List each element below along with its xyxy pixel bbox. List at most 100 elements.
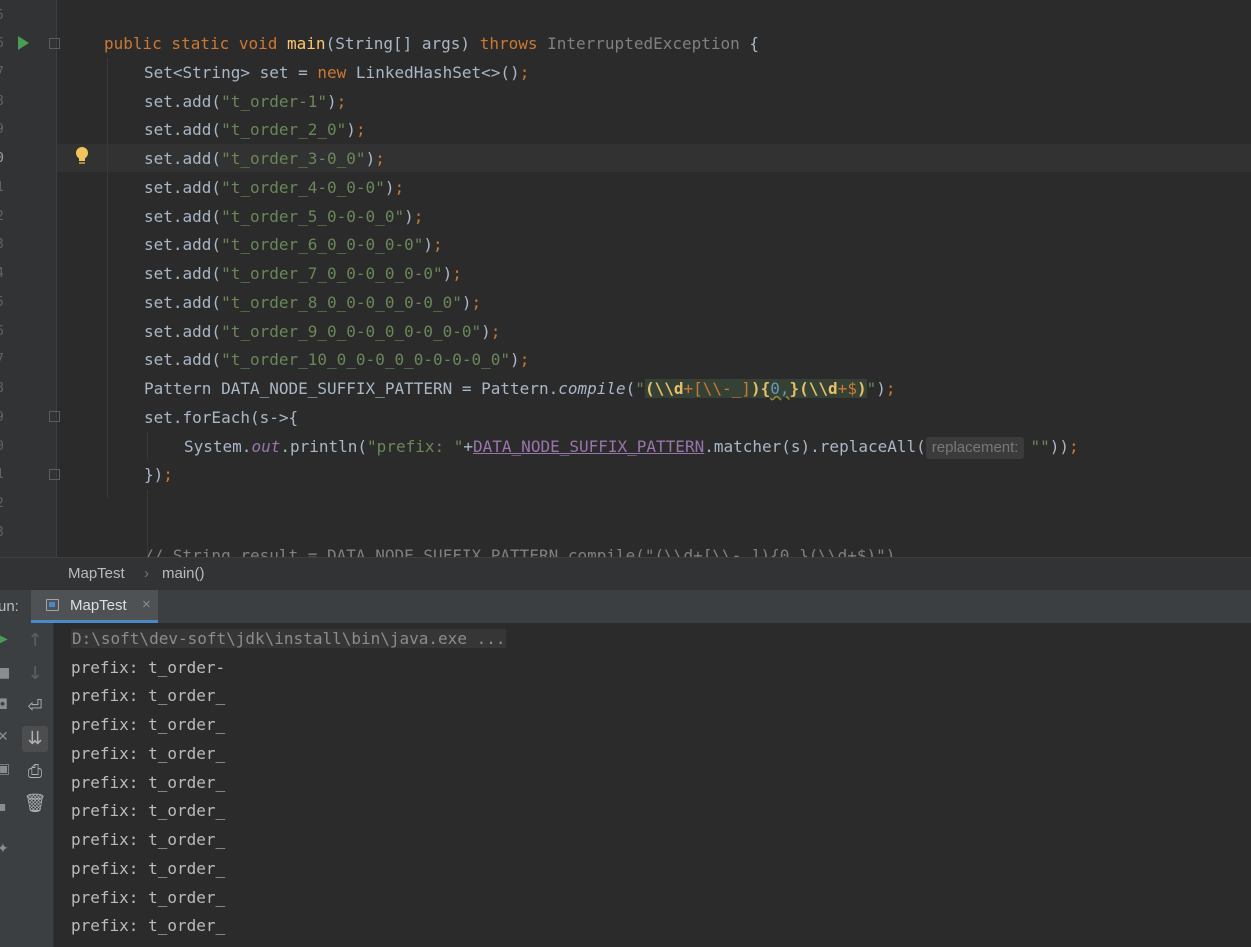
method-name: main xyxy=(287,34,326,53)
regex-token: 0, xyxy=(770,379,790,398)
fold-expand-icon[interactable] xyxy=(49,469,60,480)
code-line-current[interactable]: set.add("t_order_3-0_0"); xyxy=(144,145,385,173)
code-text: ) xyxy=(461,293,472,312)
code-text: set.add( xyxy=(144,120,222,139)
code-line[interactable]: set.add("t_order_6_0_0-0_0-0"); xyxy=(144,231,443,259)
regex-token: { xyxy=(760,379,771,398)
code-text: (String[] args) xyxy=(325,34,480,53)
lightbulb-icon[interactable] xyxy=(75,146,89,166)
string-literal: "t_order-1" xyxy=(221,92,328,111)
console-line: prefix: t_order_ xyxy=(71,686,226,705)
run-actions-strip: ▶ ■ ◘ ✕ ▣ ▪ ✦ xyxy=(0,623,13,947)
line-number-active: 0 xyxy=(0,145,12,173)
line-number: 2 xyxy=(0,490,12,518)
scroll-to-end-icon[interactable]: ⇊ xyxy=(22,726,48,752)
arrow-down-icon[interactable]: ↓ xyxy=(22,661,48,687)
code-text: set.add( xyxy=(144,322,222,341)
code-line[interactable]: set.add("t_order_8_0_0-0_0_0-0_0"); xyxy=(144,289,481,317)
fold-collapse-icon[interactable] xyxy=(49,38,60,49)
code-text: ) xyxy=(876,379,886,398)
line-number: 6 xyxy=(0,318,12,346)
regex-token: $ xyxy=(847,379,857,398)
clear-all-icon[interactable]: 🗑 xyxy=(22,791,48,817)
code-text: ) xyxy=(442,264,453,283)
soft-wrap-icon[interactable]: ⏎ xyxy=(22,694,48,720)
code-line-println[interactable]: System.out.println("prefix: "+DATA_NODE_… xyxy=(184,433,1079,461)
print-icon[interactable]: ⎙ xyxy=(22,759,48,785)
console-output[interactable]: D:\soft\dev-soft\jdk\install\bin\java.ex… xyxy=(0,623,1251,947)
console-line: prefix: t_order- xyxy=(71,658,226,677)
console-line: prefix: t_order_ xyxy=(71,744,226,763)
pin-icon[interactable]: ✕ xyxy=(0,729,9,745)
code-text: ) xyxy=(327,92,337,111)
code-text: .matcher(s).replaceAll( xyxy=(704,437,926,456)
regex-token: + xyxy=(837,379,848,398)
console-command-line[interactable]: D:\soft\dev-soft\jdk\install\bin\java.ex… xyxy=(71,624,507,653)
semicolon: ; xyxy=(336,92,347,111)
code-line[interactable]: set.add("t_order_5_0-0-0_0"); xyxy=(144,203,423,231)
code-text: set.add( xyxy=(144,149,222,168)
code-line[interactable]: set.add("t_order_9_0_0-0_0_0-0_0-0"); xyxy=(144,318,500,346)
rerun-icon[interactable]: ▶ xyxy=(0,631,9,647)
semicolon: ; xyxy=(885,379,896,398)
code-text: }) xyxy=(144,465,164,484)
code-line[interactable]: set.forEach(s->{ xyxy=(144,404,298,432)
code-text: set.add( xyxy=(144,207,222,226)
line-number: 6 xyxy=(0,30,12,58)
close-icon[interactable]: × xyxy=(142,596,151,613)
code-text: set.add( xyxy=(144,92,222,111)
code-text: System. xyxy=(184,437,252,456)
code-line[interactable]: set.add("t_order_2_0"); xyxy=(144,116,366,144)
line-number: 4 xyxy=(0,260,12,288)
string-literal: "prefix: " xyxy=(367,437,464,456)
code-line[interactable]: set.add("t_order_4-0_0-0"); xyxy=(144,174,404,202)
line-number: 5 xyxy=(0,289,12,317)
run-tool-window-header: un: MapTest × xyxy=(0,589,1251,624)
command-text[interactable]: D:\soft\dev-soft\jdk\install\bin\java.ex… xyxy=(71,629,507,648)
code-line[interactable]: set.add("t_order_7_0_0-0_0_0-0"); xyxy=(144,260,462,288)
fold-collapse-icon[interactable] xyxy=(49,411,60,422)
line-number: 1 xyxy=(0,174,12,202)
code-line-pattern[interactable]: Pattern DATA_NODE_SUFFIX_PATTERN = Patte… xyxy=(144,375,896,403)
semicolon: ; xyxy=(433,235,443,254)
stop-icon[interactable]: ■ xyxy=(0,665,10,681)
code-line-method-signature[interactable]: public static void main(String[] args) t… xyxy=(104,30,759,58)
console-line: prefix: t_order_ xyxy=(71,859,226,878)
code-text: ) xyxy=(423,235,433,254)
semicolon: ; xyxy=(519,350,530,369)
code-line-comment-partial[interactable]: // String result = DATA_NODE_SUFFIX_PATT… xyxy=(144,542,895,557)
tab-maptest[interactable]: MapTest × xyxy=(31,590,158,623)
semicolon: ; xyxy=(1069,437,1079,456)
semicolon: ; xyxy=(490,322,501,341)
run-label: un: xyxy=(0,598,19,615)
line-number: 0 xyxy=(0,433,12,461)
keyword: new xyxy=(317,63,356,82)
run-gutter-icon[interactable] xyxy=(18,36,29,50)
code-line[interactable]: set.add("t_order-1"); xyxy=(144,88,346,116)
static-field: out xyxy=(251,437,281,456)
camera-icon[interactable]: ◘ xyxy=(0,697,9,713)
code-text: set.add( xyxy=(144,178,222,197)
line-number: 8 xyxy=(0,375,12,403)
code-text: LinkedHashSet<>() xyxy=(355,63,520,82)
arrow-up-icon[interactable]: ↑ xyxy=(22,628,48,654)
restore-layout-icon[interactable]: ▣ xyxy=(0,761,10,777)
code-line[interactable]: set.add("t_order_10_0_0-0_0_0-0-0-0_0"); xyxy=(144,346,529,374)
code-text: + xyxy=(463,437,474,456)
breadcrumb-class[interactable]: MapTest xyxy=(68,565,125,582)
string-literal: "t_order_5_0-0-0_0" xyxy=(221,207,405,226)
regex-token: [ xyxy=(693,379,703,398)
layout-icon[interactable]: ▪ xyxy=(0,799,9,815)
breadcrumb-method[interactable]: main() xyxy=(162,565,205,582)
code-line[interactable]: }); xyxy=(144,461,173,489)
string-literal: "t_order_7_0_0-0_0_0-0" xyxy=(221,264,443,283)
code-text: ) xyxy=(365,149,376,168)
console-line: prefix: t_order_ xyxy=(71,830,226,849)
code-editor[interactable]: 5 6 7 8 9 0 1 2 3 4 5 6 7 8 9 0 1 2 3 pu… xyxy=(0,0,1251,557)
tab-label: MapTest xyxy=(70,597,127,614)
code-line[interactable]: Set<String> set = new LinkedHashSet<>(); xyxy=(144,59,529,87)
pin-tab-icon[interactable]: ✦ xyxy=(0,841,9,857)
code-text: ) xyxy=(404,207,414,226)
line-number: 9 xyxy=(0,404,12,432)
string-literal: "" xyxy=(1030,437,1050,456)
